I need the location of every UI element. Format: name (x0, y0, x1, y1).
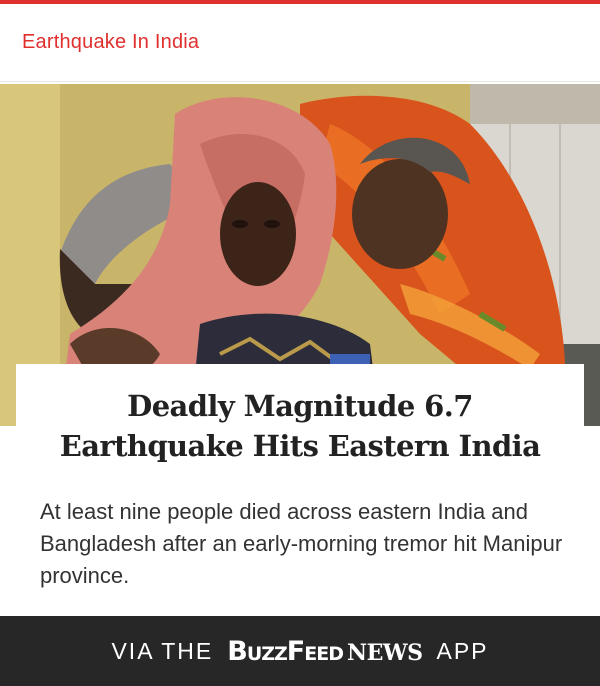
article-card[interactable]: Deadly Magnitude 6.7 Earthquake Hits Eas… (16, 364, 584, 616)
headline-line-2: Earthquake Hits Eastern India (59, 429, 541, 463)
promo-footer[interactable]: VIA THE BuzzFeed NEWS APP (0, 616, 600, 686)
buzzfeed-news-logo: BuzzFeed NEWS (227, 635, 423, 667)
headline-line-1: Deadly Magnitude 6.7 (127, 389, 473, 423)
logo-buzzfeed-text: BuzzFeed (227, 635, 344, 667)
app-header: Earthquake In India (0, 4, 600, 82)
section-title-link[interactable]: Earthquake In India (22, 31, 199, 54)
article-headline[interactable]: Deadly Magnitude 6.7 Earthquake Hits Eas… (16, 386, 584, 466)
article-summary: At least nine people died across eastern… (40, 499, 563, 588)
app-label: APP (436, 637, 489, 664)
via-label: VIA THE (111, 637, 214, 664)
logo-news-text: NEWS (347, 639, 423, 666)
